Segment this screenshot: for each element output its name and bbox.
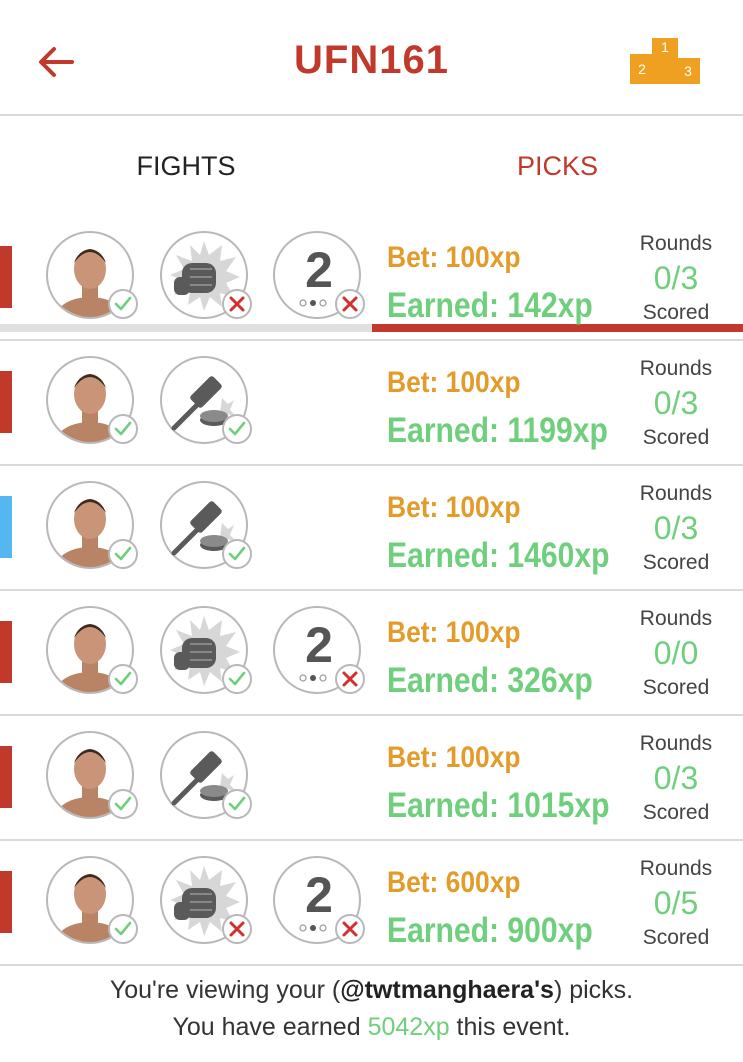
cross-badge-icon: [335, 289, 365, 319]
svg-text:2: 2: [305, 867, 333, 923]
cross-badge-icon: [222, 914, 252, 944]
footer-line-1: You're viewing your (@twtmanghaera's) pi…: [0, 972, 743, 1009]
cross-badge-icon: [222, 289, 252, 319]
method-pick: [160, 356, 252, 444]
check-badge-icon: [222, 789, 252, 819]
earned-amount: Earned: 1460xp: [387, 536, 610, 575]
scored-label: Scored: [642, 676, 710, 699]
svg-text:2: 2: [638, 61, 646, 77]
method-pick: [160, 231, 252, 319]
check-badge-icon: [222, 539, 252, 569]
fighter-avatar: [46, 356, 138, 444]
rounds-label: Rounds: [639, 357, 713, 380]
tab-picks[interactable]: PICKS: [372, 116, 743, 216]
round-pick: 2: [273, 231, 365, 319]
corner-indicator: [0, 496, 12, 558]
scored-label: Scored: [642, 926, 710, 949]
check-badge-icon: [222, 414, 252, 444]
svg-text:2: 2: [305, 617, 333, 673]
check-badge-icon: [108, 914, 138, 944]
pick-row[interactable]: 2 Bet: 600xp Earned: 900xp Rounds 0/5 Scored: [0, 841, 743, 966]
method-pick: [160, 731, 252, 819]
fighter-avatar: [46, 731, 138, 819]
picks-list: 2 Bet: 100xp Earned: 142xp Rounds 0/3 Scored B…: [0, 216, 743, 966]
pick-row[interactable]: Bet: 100xp Earned: 1015xp Rounds 0/3 Scored: [0, 716, 743, 841]
svg-text:2: 2: [305, 242, 333, 298]
corner-indicator: [0, 246, 12, 308]
fighter-avatar: [46, 856, 138, 944]
app-header: UFN161 2 1 3: [0, 0, 743, 116]
fighter-avatar: [46, 606, 138, 694]
tab-bar: FIGHTS PICKS: [0, 116, 743, 332]
bet-amount: Bet: 100xp: [387, 491, 521, 524]
check-badge-icon: [108, 789, 138, 819]
svg-text:1: 1: [661, 39, 669, 55]
rounds-label: Rounds: [639, 607, 713, 630]
podium-icon: 2 1 3: [630, 38, 700, 84]
footer-line-2: You have earned 5042xp this event.: [0, 1009, 743, 1046]
rounds-label: Rounds: [639, 482, 713, 505]
pick-row[interactable]: 2 Bet: 100xp Earned: 142xp Rounds 0/3 Scored: [0, 216, 743, 341]
check-badge-icon: [222, 664, 252, 694]
footer-summary: You're viewing your (@twtmanghaera's) pi…: [0, 972, 743, 1046]
footer-text: You have earned: [172, 1013, 368, 1041]
footer-text: You're viewing your (: [109, 976, 341, 1004]
pick-row[interactable]: 2 Bet: 100xp Earned: 326xp Rounds 0/0 Scored: [0, 591, 743, 716]
earned-amount: Earned: 1015xp: [387, 786, 610, 825]
bet-amount: Bet: 100xp: [387, 741, 521, 774]
corner-indicator: [0, 746, 12, 808]
rounds-label: Rounds: [639, 232, 713, 255]
method-pick: [160, 856, 252, 944]
tab-fights[interactable]: FIGHTS: [0, 116, 372, 216]
method-pick: [160, 481, 252, 569]
bet-amount: Bet: 100xp: [387, 616, 521, 649]
rounds-scored-value: 0/3: [653, 760, 699, 796]
bet-amount: Bet: 100xp: [387, 241, 521, 274]
rounds-scored-value: 0/3: [653, 385, 699, 421]
check-badge-icon: [108, 289, 138, 319]
footer-text: this event.: [449, 1013, 571, 1041]
rounds-scored-value: 0/3: [653, 510, 699, 546]
pick-row[interactable]: Bet: 100xp Earned: 1460xp Rounds 0/3 Scored: [0, 466, 743, 591]
corner-indicator: [0, 371, 12, 433]
round-pick: 2: [273, 856, 365, 944]
earned-amount: Earned: 900xp: [387, 911, 593, 950]
cross-badge-icon: [335, 664, 365, 694]
round-pick: 2: [273, 606, 365, 694]
rounds-scored-value: 0/3: [653, 260, 699, 296]
rounds-scored-value: 0/0: [653, 635, 699, 671]
cross-badge-icon: [335, 914, 365, 944]
bet-amount: Bet: 600xp: [387, 866, 521, 899]
svg-text:3: 3: [684, 63, 692, 79]
scored-label: Scored: [642, 551, 710, 574]
scored-label: Scored: [642, 301, 710, 324]
check-badge-icon: [108, 539, 138, 569]
leaderboard-button[interactable]: 2 1 3: [628, 34, 702, 86]
check-badge-icon: [108, 664, 138, 694]
rounds-label: Rounds: [639, 732, 713, 755]
earned-amount: Earned: 326xp: [387, 661, 593, 700]
fighter-avatar: [46, 231, 138, 319]
scored-label: Scored: [642, 426, 710, 449]
fighter-avatar: [46, 481, 138, 569]
pick-row[interactable]: Bet: 100xp Earned: 1199xp Rounds 0/3 Scored: [0, 341, 743, 466]
earned-amount: Earned: 142xp: [387, 286, 593, 325]
rounds-scored-value: 0/5: [653, 885, 699, 921]
corner-indicator: [0, 871, 12, 933]
rounds-label: Rounds: [639, 857, 713, 880]
footer-text: ) picks.: [553, 976, 634, 1004]
earned-amount: Earned: 1199xp: [387, 411, 608, 450]
total-xp: 5042xp: [367, 1013, 450, 1041]
corner-indicator: [0, 621, 12, 683]
method-pick: [160, 606, 252, 694]
username: @twtmanghaera's: [340, 976, 554, 1004]
bet-amount: Bet: 100xp: [387, 366, 521, 399]
check-badge-icon: [108, 414, 138, 444]
scored-label: Scored: [642, 801, 710, 824]
